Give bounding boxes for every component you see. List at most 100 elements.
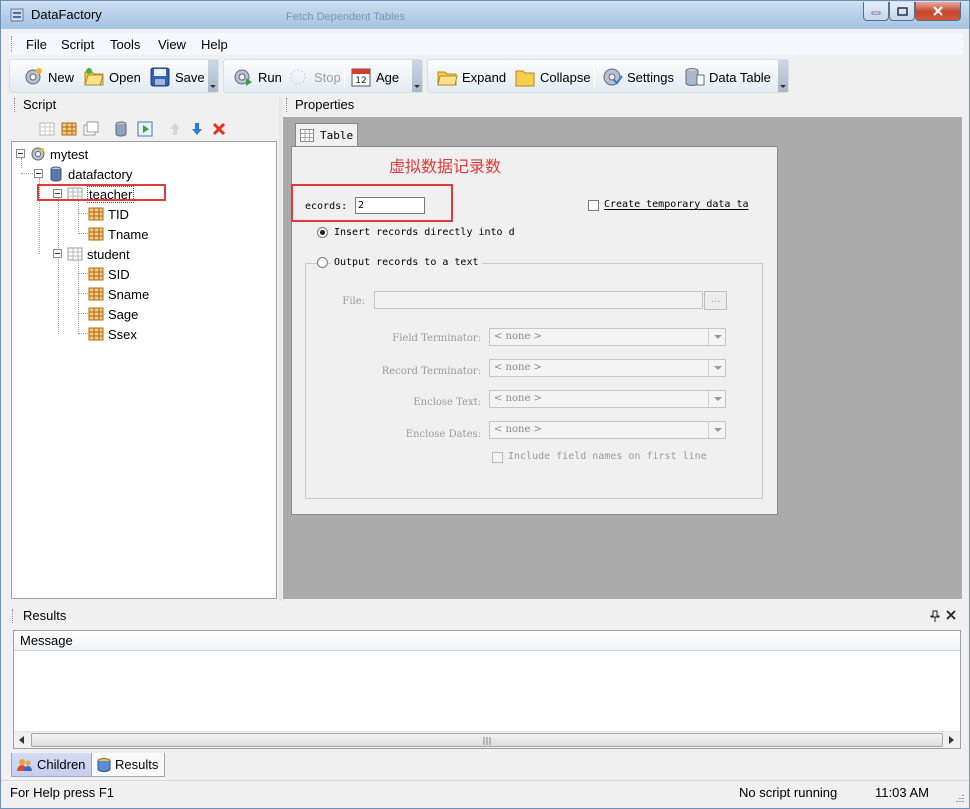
tab-results[interactable]: Results [91,753,166,777]
run-toolbar-overflow[interactable] [412,60,422,92]
tree-line [78,233,88,234]
save-button[interactable]: Save [149,64,205,90]
tree-label-field: SID [108,266,130,282]
view-toolbar-overflow[interactable] [778,60,788,92]
minimize-button[interactable] [863,2,889,21]
tree-collapse-toggle[interactable] [16,149,25,158]
field-terminator-value: < none > [494,331,542,342]
tree-line [78,313,88,314]
tree-node-field[interactable]: Sname [88,284,149,304]
message-column-label: Message [20,633,73,648]
table-icon [67,247,83,261]
tree-label-field: Sname [108,286,150,302]
tree-node-field[interactable]: Sage [88,304,138,324]
chevron-down-icon[interactable] [708,360,725,376]
menu-file[interactable]: File [26,37,47,52]
browse-button[interactable]: ... [704,291,727,310]
panel-splitter[interactable] [279,97,282,601]
delete-icon[interactable] [211,121,227,137]
chevron-down-icon[interactable] [708,422,725,438]
add-table-icon[interactable] [39,121,55,137]
move-up-icon[interactable] [167,121,183,137]
age-button[interactable]: 12 Age [350,64,399,90]
tree-node-field[interactable]: SID [88,264,130,284]
field-icon [88,307,104,321]
open-button[interactable]: Open [83,64,141,90]
field-icon [88,207,104,221]
pin-icon[interactable] [930,610,940,622]
output-text-label: Output records to a text [331,257,482,268]
run-button-label: Run [258,69,282,85]
menu-tools[interactable]: Tools [110,37,140,52]
script-panel-grip[interactable] [14,98,17,112]
field-icon [88,327,104,341]
data-table-button[interactable]: Data Table [683,64,771,90]
enclose-text-label: Enclose Text: [413,397,481,408]
chevron-down-icon[interactable] [708,391,725,407]
menu-script[interactable]: Script [61,37,94,52]
scroll-left-icon[interactable] [18,736,26,744]
create-temp-checkbox[interactable] [588,200,599,211]
title-bar[interactable]: DataFactory Fetch Dependent Tables [1,1,969,29]
scroll-right-icon[interactable] [947,736,955,744]
tab-table[interactable]: Table [295,123,358,147]
message-column-header[interactable]: Message [14,631,960,651]
results-panel-grip[interactable] [12,609,15,623]
results-panel-title: Results [23,608,67,623]
menu-help[interactable]: Help [201,37,228,52]
add-field-icon[interactable] [61,121,77,137]
field-icon [88,267,104,281]
file-toolbar-overflow[interactable] [208,60,218,92]
chevron-down-icon[interactable] [708,329,725,345]
run-script-icon[interactable] [137,121,153,137]
insert-records-radio[interactable] [317,227,328,238]
close-panel-icon[interactable] [946,610,956,620]
stop-button[interactable]: Stop [288,64,341,90]
move-down-icon[interactable] [189,121,205,137]
tree-node-datafactory[interactable]: datafactory [48,164,132,184]
tree-label-mytest: mytest [50,146,89,162]
tree-label-student: student [87,246,130,262]
include-field-names-checkbox[interactable] [492,452,503,463]
svg-text:12: 12 [355,76,366,86]
expand-button[interactable]: Expand [436,64,506,90]
bottom-tab-strip: Children Results [9,751,963,777]
results-list: Message [13,630,961,749]
tree-collapse-toggle[interactable] [53,249,62,258]
results-horizontal-scrollbar[interactable] [14,731,960,748]
enclose-dates-select[interactable]: < none > [489,421,726,439]
file-input[interactable] [374,291,703,309]
age-button-label: Age [376,69,400,85]
output-text-radio[interactable] [317,257,328,268]
record-terminator-select[interactable]: < none > [489,359,726,377]
tree-node-field[interactable]: TID [88,204,129,224]
tab-results-label: Results [115,757,159,772]
settings-button[interactable]: Settings [601,64,674,90]
tree-node-field[interactable]: Tname [88,224,148,244]
tree-node-mytest[interactable]: mytest [30,144,88,164]
copy-table-icon[interactable] [83,121,99,137]
script-panel-header: Script [11,95,277,115]
database-icon [685,68,705,86]
tree-node-student[interactable]: student [67,244,130,264]
run-button[interactable]: Run [232,64,282,90]
tree-node-field[interactable]: Ssex [88,324,137,344]
maximize-button[interactable] [889,2,915,21]
properties-panel-grip[interactable] [286,98,289,112]
tree-collapse-toggle[interactable] [34,169,43,178]
resize-grip-icon[interactable] [952,792,964,804]
database-icon[interactable] [113,121,129,137]
close-button[interactable] [915,2,961,21]
tree-label-field: Ssex [108,326,137,342]
data-table-button-label: Data Table [709,69,771,85]
field-terminator-select[interactable]: < none > [489,328,726,346]
enclose-text-select[interactable]: < none > [489,390,726,408]
new-button[interactable]: New [22,64,74,90]
collapse-button[interactable]: Collapse [514,64,591,90]
menu-view[interactable]: View [158,37,186,52]
results-panel-header: Results [9,605,963,627]
include-field-names-label: Include field names on first line [508,451,707,462]
field-terminator-label: Field Terminator: [392,333,481,344]
scrollbar-thumb[interactable] [31,733,943,747]
tab-children[interactable]: Children [11,753,93,777]
